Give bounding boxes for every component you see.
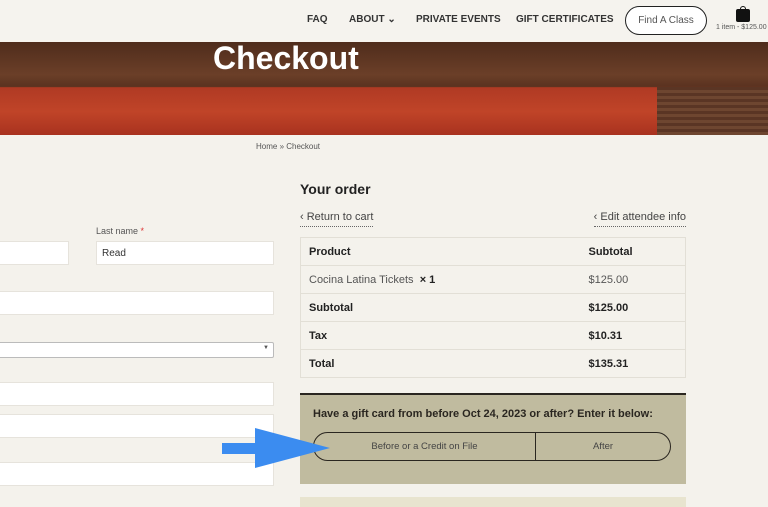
address-input[interactable] — [0, 382, 274, 406]
last-name-label-text: Last name — [96, 226, 139, 236]
cart-summary[interactable]: 1 item - $125.00 — [716, 24, 767, 31]
arrow-pointer-icon — [222, 428, 330, 468]
col-product: Product — [300, 237, 581, 266]
table-row: Cocina Latina Tickets × 1 $125.00 — [300, 265, 686, 294]
nav-gift-certificates[interactable]: GIFT CERTIFICATES — [516, 14, 614, 25]
option-after-button[interactable]: After — [536, 433, 670, 460]
last-name-label: Last name * — [96, 226, 144, 236]
subtotal-value: $125.00 — [580, 293, 686, 322]
hero-banner — [0, 42, 768, 135]
item-price: $125.00 — [580, 265, 686, 294]
subtotal-label: Subtotal — [300, 293, 581, 322]
your-order-heading: Your order — [300, 181, 371, 197]
breadcrumb[interactable]: Home » Checkout — [256, 142, 320, 151]
find-class-button[interactable]: Find A Class — [625, 6, 707, 35]
company-input[interactable] — [0, 291, 274, 315]
bag-handle — [740, 6, 746, 11]
edit-attendee-label: Edit attendee info — [600, 211, 686, 223]
arrow-head — [255, 428, 330, 468]
table-row: Subtotal $125.00 — [300, 293, 686, 322]
total-value: $135.31 — [580, 349, 686, 378]
gift-card-toggle: Before or a Credit on File After — [313, 432, 671, 461]
chevron-down-icon: ⌄ — [387, 14, 396, 25]
country-select[interactable]: ▼ — [0, 342, 274, 358]
nav-about-label: ABOUT — [349, 14, 385, 25]
last-name-input[interactable]: Read — [96, 241, 274, 265]
tax-value: $10.31 — [580, 321, 686, 350]
nav-private-events[interactable]: PRIVATE EVENTS — [416, 14, 501, 25]
tax-label: Tax — [300, 321, 581, 350]
order-table: Product Subtotal Cocina Latina Tickets × … — [300, 237, 686, 378]
first-name-input[interactable] — [0, 241, 69, 265]
table-row: Tax $10.31 — [300, 321, 686, 350]
return-to-cart-label: Return to cart — [306, 211, 374, 223]
col-subtotal: Subtotal — [580, 237, 686, 266]
option-before-button[interactable]: Before or a Credit on File — [314, 433, 536, 460]
item-qty: × 1 — [419, 273, 436, 286]
dropdown-arrow-icon: ▼ — [263, 345, 269, 351]
required-mark: * — [140, 226, 145, 236]
nav-faq[interactable]: FAQ — [307, 14, 328, 25]
total-label: Total — [300, 349, 581, 378]
item-cell: Cocina Latina Tickets × 1 — [300, 265, 581, 294]
table-row: Total $135.31 — [300, 349, 686, 378]
top-nav: FAQ ABOUT ⌄ PRIVATE EVENTS GIFT CERTIFIC… — [0, 0, 768, 42]
hero-wood-texture — [657, 87, 768, 135]
item-name: Cocina Latina Tickets — [309, 273, 414, 286]
return-to-cart-link[interactable]: ‹ Return to cart — [300, 211, 374, 227]
gift-card-prompt: Have a gift card from before Oct 24, 202… — [313, 408, 653, 420]
edit-attendee-link[interactable]: ‹ Edit attendee info — [593, 211, 686, 227]
nav-about[interactable]: ABOUT ⌄ — [349, 14, 396, 25]
gift-card-box: Have a gift card from before Oct 24, 202… — [300, 393, 686, 484]
page-title: Checkout — [213, 40, 359, 76]
table-header: Product Subtotal — [300, 237, 686, 266]
chevron-left-icon: ‹ — [300, 211, 307, 223]
payment-box — [300, 497, 686, 507]
